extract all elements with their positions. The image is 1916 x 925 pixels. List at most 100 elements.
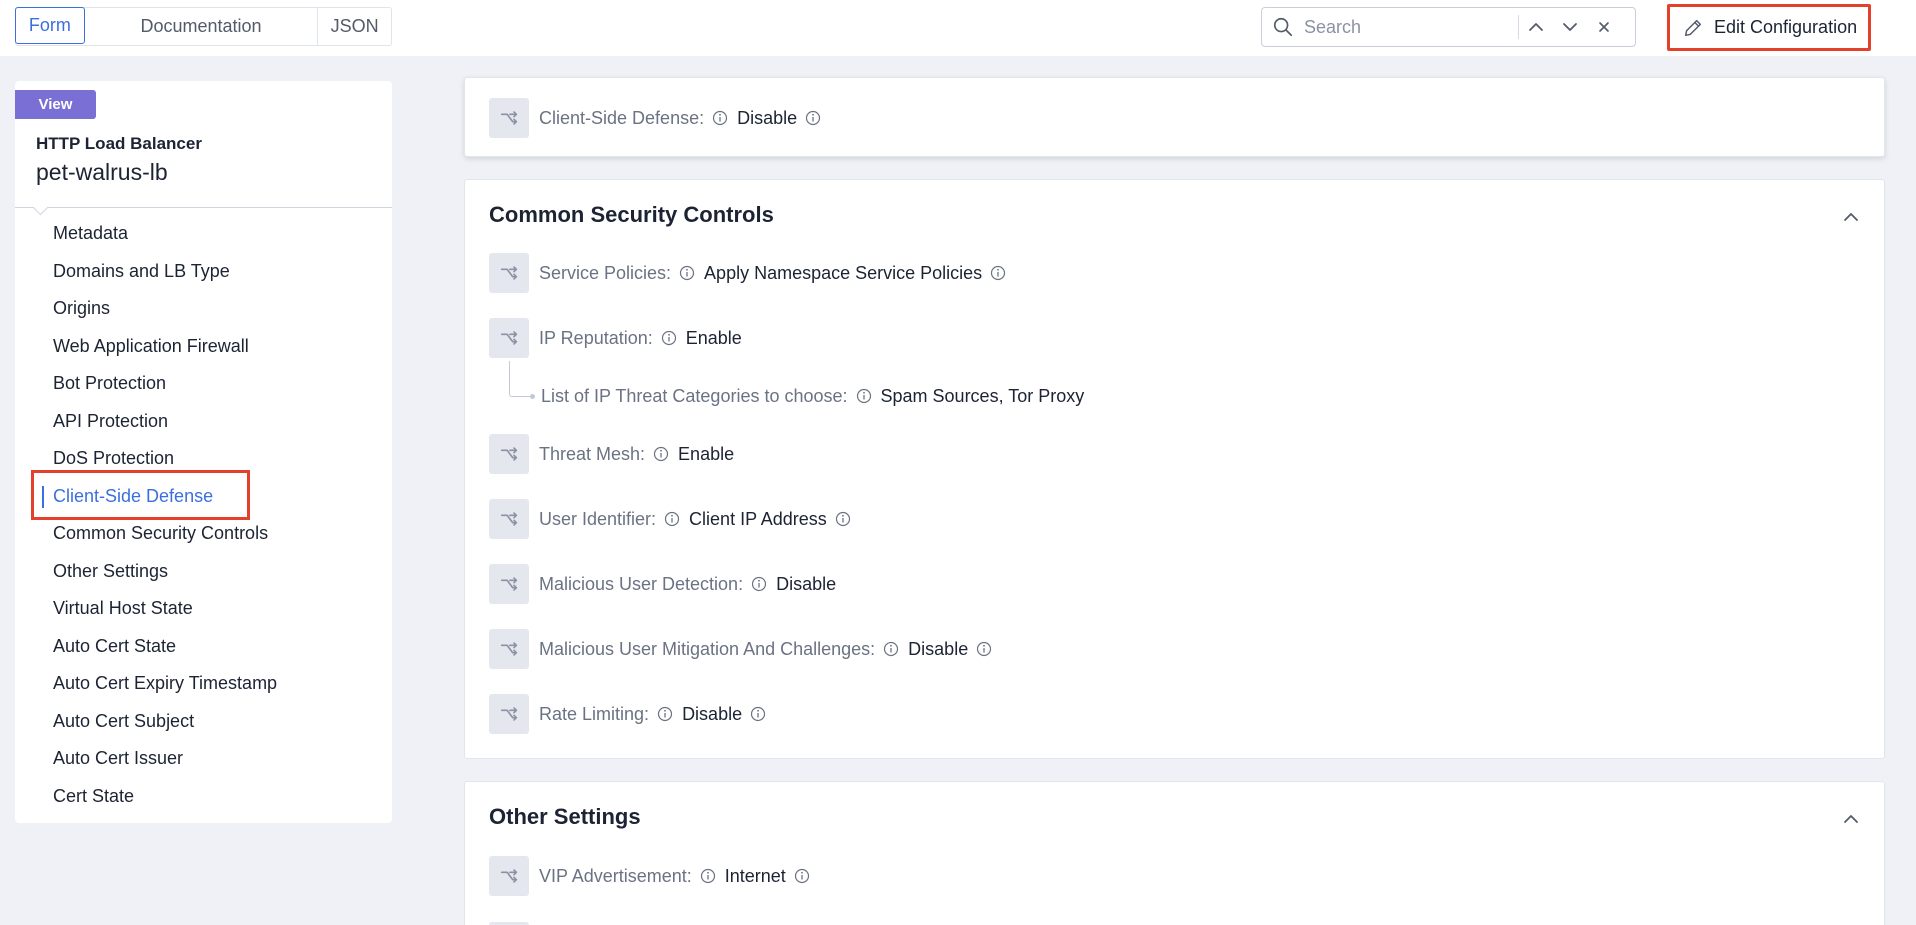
search-next-button[interactable]	[1553, 9, 1587, 45]
field-value: Apply Namespace Service Policies	[704, 262, 983, 283]
field-malicious-user-mitigation: Malicious User Mitigation And Challenges…	[489, 629, 992, 669]
field-label: Malicious User Detection:	[539, 573, 744, 594]
sidebar-item-origins[interactable]: Origins	[15, 290, 392, 328]
info-icon[interactable]	[664, 511, 680, 527]
choice-icon	[489, 856, 529, 896]
field-label: Malicious User Mitigation And Challenges…	[539, 638, 876, 659]
field-value: Disable	[682, 703, 743, 724]
client-side-defense-panel: Client-Side Defense: Disable	[464, 77, 1885, 157]
field-label: Client-Side Defense:	[539, 107, 705, 128]
search-box	[1261, 7, 1636, 47]
field-threat-mesh: Threat Mesh: Enable	[489, 434, 734, 474]
choice-icon	[489, 98, 529, 138]
info-icon[interactable]	[679, 265, 695, 281]
choice-icon	[489, 564, 529, 604]
edit-configuration-label: Edit Configuration	[1714, 17, 1858, 37]
info-icon[interactable]	[657, 706, 673, 722]
info-icon[interactable]	[661, 330, 677, 346]
view-mode-tabs: Form Documentation JSON	[15, 7, 392, 46]
chevron-up-icon[interactable]	[1842, 208, 1860, 226]
field-label: Service Policies:	[539, 262, 672, 283]
info-icon[interactable]	[976, 641, 992, 657]
info-icon[interactable]	[805, 110, 821, 126]
field-vip-advertisement: VIP Advertisement: Internet	[489, 856, 810, 896]
info-icon[interactable]	[794, 868, 810, 884]
info-icon[interactable]	[653, 446, 669, 462]
sidebar-item-bot-protection[interactable]: Bot Protection	[15, 365, 392, 403]
field-service-policies: Service Policies: Apply Namespace Servic…	[489, 253, 1006, 293]
info-icon[interactable]	[750, 706, 766, 722]
choice-icon	[489, 629, 529, 669]
field-label: IP Reputation:	[539, 327, 653, 348]
info-icon[interactable]	[883, 641, 899, 657]
field-value: Spam Sources, Tor Proxy	[880, 385, 1085, 406]
sidebar-item-virtual-host-state[interactable]: Virtual Host State	[15, 590, 392, 628]
field-value: Disable	[908, 638, 969, 659]
edit-configuration-button[interactable]: Edit Configuration	[1667, 4, 1871, 51]
object-name: pet-walrus-lb	[36, 159, 168, 185]
info-icon[interactable]	[990, 265, 1006, 281]
section-title: Common Security Controls	[489, 202, 774, 227]
sidebar-item-api-protection[interactable]: API Protection	[15, 403, 392, 441]
sidebar: View HTTP Load Balancer pet-walrus-lb Me…	[15, 81, 392, 823]
info-icon[interactable]	[856, 388, 872, 404]
field-value: Internet	[724, 865, 786, 886]
chevron-down-icon	[1563, 23, 1577, 31]
search-previous-button[interactable]	[1519, 9, 1553, 45]
field-value: Enable	[678, 443, 735, 464]
choice-icon	[489, 694, 529, 734]
sidebar-item-web-application-firewall[interactable]: Web Application Firewall	[15, 328, 392, 366]
info-icon[interactable]	[835, 511, 851, 527]
other-settings-panel: Other Settings VIP Advertisement: Intern…	[464, 781, 1885, 925]
pencil-icon	[1684, 19, 1702, 36]
field-value: Disable	[737, 107, 798, 128]
sidebar-item-common-security-controls[interactable]: Common Security Controls	[15, 515, 392, 553]
sidebar-item-other-settings[interactable]: Other Settings	[15, 553, 392, 591]
sidebar-divider-notch	[32, 199, 49, 216]
tab-form[interactable]: Form	[15, 7, 85, 44]
field-label: Threat Mesh:	[539, 443, 646, 464]
top-bar: Form Documentation JSON Search Edit Conf…	[0, 0, 1916, 56]
sidebar-item-domains-and-lb-type[interactable]: Domains and LB Type	[15, 253, 392, 291]
sidebar-item-auto-cert-expiry-timestamp[interactable]: Auto Cert Expiry Timestamp	[15, 665, 392, 703]
field-value: Enable	[685, 327, 742, 348]
sidebar-item-client-side-defense[interactable]: Client-Side Defense	[15, 478, 392, 516]
tab-documentation[interactable]: Documentation	[85, 8, 319, 45]
object-type: HTTP Load Balancer	[36, 134, 202, 153]
search-input[interactable]	[1304, 16, 1514, 38]
field-client-side-defense: Client-Side Defense: Disable	[489, 98, 821, 138]
info-icon[interactable]	[751, 576, 767, 592]
choice-icon	[489, 318, 529, 358]
section-title: Other Settings	[489, 804, 641, 829]
field-ip-threat-categories: List of IP Threat Categories to choose: …	[489, 361, 1085, 408]
sidebar-item-auto-cert-issuer[interactable]: Auto Cert Issuer	[15, 740, 392, 778]
tab-json[interactable]: JSON	[318, 8, 391, 45]
info-icon[interactable]	[712, 110, 728, 126]
info-icon[interactable]	[700, 868, 716, 884]
sidebar-item-auto-cert-state[interactable]: Auto Cert State	[15, 628, 392, 666]
field-ip-reputation: IP Reputation: Enable	[489, 318, 742, 358]
field-rate-limiting: Rate Limiting: Disable	[489, 694, 766, 734]
choice-icon	[489, 499, 529, 539]
chevron-up-icon	[1529, 23, 1543, 31]
search-icon	[1273, 17, 1293, 37]
choice-icon	[489, 434, 529, 474]
choice-icon	[489, 253, 529, 293]
field-label: List of IP Threat Categories to choose:	[541, 385, 848, 406]
field-value: Client IP Address	[689, 508, 827, 529]
sidebar-item-auto-cert-subject[interactable]: Auto Cert Subject	[15, 703, 392, 741]
sidebar-item-metadata[interactable]: Metadata	[15, 215, 392, 253]
view-badge: View	[15, 90, 96, 119]
field-label: VIP Advertisement:	[539, 865, 692, 886]
sidebar-item-cert-state[interactable]: Cert State	[15, 778, 392, 816]
section-nav: Metadata Domains and LB Type Origins Web…	[15, 215, 392, 815]
sidebar-divider	[15, 207, 392, 208]
search-clear-button[interactable]	[1587, 9, 1621, 45]
field-user-identifier: User Identifier: Client IP Address	[489, 499, 851, 539]
sidebar-item-dos-protection[interactable]: DoS Protection	[15, 440, 392, 478]
chevron-up-icon[interactable]	[1842, 810, 1860, 828]
field-label: User Identifier:	[539, 508, 657, 529]
field-malicious-user-detection: Malicious User Detection: Disable	[489, 564, 836, 604]
close-icon	[1599, 22, 1609, 32]
tree-connector	[509, 361, 535, 399]
